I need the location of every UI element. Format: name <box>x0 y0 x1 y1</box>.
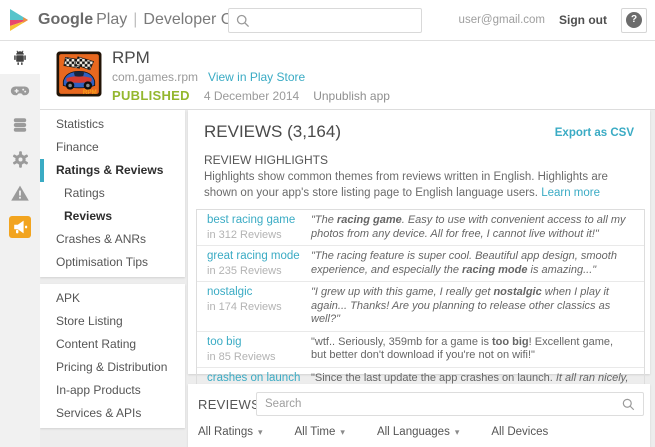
rail-item-megaphone[interactable] <box>0 210 40 244</box>
highlight-quote: "The racing feature is super cool. Beaut… <box>303 250 644 277</box>
export-as-csv-link[interactable]: Export as CSV <box>555 127 634 139</box>
sidebar-item-ratings[interactable]: Ratings <box>40 182 185 205</box>
sidebar-primary-block: StatisticsFinanceRatings & ReviewsRating… <box>40 110 185 277</box>
sidebar-item-store-listing[interactable]: Store Listing <box>40 310 185 333</box>
brand-separator: | <box>133 11 137 28</box>
sidebar-item-in-app-products[interactable]: In-app Products <box>40 379 185 402</box>
sidebar-item-crashes-anrs[interactable]: Crashes & ANRs <box>40 228 185 251</box>
unpublish-app-link[interactable]: Unpublish app <box>313 89 390 103</box>
sidebar-item-pricing-distribution[interactable]: Pricing & Distribution <box>40 356 185 379</box>
account-area: user@gmail.com Sign out ? <box>459 0 647 40</box>
warning-icon <box>10 184 30 202</box>
filter-label: All Devices <box>491 426 548 438</box>
filter-all-languages[interactable]: All Languages ▾ <box>377 426 459 438</box>
sign-out-button[interactable]: Sign out <box>559 13 607 27</box>
rail-item-gamepad[interactable] <box>0 74 40 108</box>
filter-all-time[interactable]: All Time ▾ <box>295 426 345 438</box>
brand-google: Google <box>38 11 93 28</box>
android-icon <box>10 48 30 67</box>
search-icon <box>621 397 636 412</box>
highlight-phrase-link[interactable]: great racing mode <box>207 250 303 263</box>
rail-item-coins[interactable] <box>0 108 40 142</box>
brand-play: Play <box>96 11 127 28</box>
app-icon: RPM <box>56 51 102 97</box>
reviews-search-box <box>256 392 644 416</box>
highlight-review-count: in 174 Reviews <box>207 301 303 313</box>
highlight-left: nostalgic in 174 Reviews <box>197 286 303 327</box>
megaphone-icon <box>9 216 31 238</box>
console-search-box <box>228 8 422 33</box>
highlight-row-best-racing-game: best racing game in 312 Reviews"The racin… <box>197 210 644 245</box>
google-play-logo-icon <box>8 8 30 32</box>
filter-bar: All Ratings ▾ All Time ▾ All Languages ▾ All D… <box>198 426 580 438</box>
sidebar-item-reviews[interactable]: Reviews <box>40 205 185 228</box>
highlight-row-nostalgic: nostalgic in 174 Reviews"I grew up with t… <box>197 281 644 331</box>
highlight-row-too-big: too big in 85 Reviews"wtf.. Seriously, 35… <box>197 331 644 367</box>
highlight-review-count: in 312 Reviews <box>207 229 303 241</box>
highlight-phrase-link[interactable]: crashes on launch <box>207 372 303 385</box>
reviews-panel: REVIEWS (3,164) Export as CSV REVIEW HIG… <box>188 110 650 374</box>
filter-label: All Ratings <box>198 426 253 438</box>
rail-item-android[interactable] <box>0 40 40 74</box>
sidebar-item-services-apis[interactable]: Services & APIs <box>40 402 185 425</box>
reviews-section-label: REVIEWS <box>198 397 260 412</box>
sidebar-item-statistics[interactable]: Statistics <box>40 113 185 136</box>
highlight-left: too big in 85 Reviews <box>197 336 303 363</box>
coins-icon <box>10 116 30 134</box>
help-icon: ? <box>626 12 642 28</box>
sidebar-item-optimisation-tips[interactable]: Optimisation Tips <box>40 251 185 274</box>
gamepad-icon <box>10 82 30 100</box>
filter-label: All Languages <box>377 426 450 438</box>
user-email: user@gmail.com <box>459 14 545 26</box>
top-bar: GooglePlay|Developer Console user@gmail.… <box>0 0 655 41</box>
highlight-left: great racing mode in 235 Reviews <box>197 250 303 277</box>
app-rail <box>0 40 40 447</box>
app-package-row: com.games.rpm View in Play Store <box>112 70 305 84</box>
sidebar: StatisticsFinanceRatings & ReviewsRating… <box>40 110 185 428</box>
search-icon <box>235 13 251 29</box>
help-button[interactable]: ? <box>621 8 647 33</box>
app-package: com.games.rpm <box>112 70 198 84</box>
console-search-input[interactable] <box>251 11 421 30</box>
filter-all-ratings[interactable]: All Ratings ▾ <box>198 426 263 438</box>
svg-text:RPM: RPM <box>83 89 97 96</box>
app-header: RPM RPM com.games.rpmView in Play Store … <box>40 40 655 110</box>
reviews-panel-head: REVIEWS (3,164) Export as CSV REVIEW HIG… <box>188 110 650 201</box>
highlight-phrase-link[interactable]: best racing game <box>207 214 303 227</box>
sidebar-item-content-rating[interactable]: Content Rating <box>40 333 185 356</box>
highlight-phrase-link[interactable]: nostalgic <box>207 286 303 299</box>
reviews-search-input[interactable] <box>257 398 621 410</box>
app-status-row: PUBLISHED 4 December 2014 Unpublish app <box>112 88 390 103</box>
highlight-row-great-racing-mode: great racing mode in 235 Reviews"The raci… <box>197 245 644 281</box>
status-badge: PUBLISHED <box>112 88 190 103</box>
sidebar-secondary-block: APKStore ListingContent RatingPricing & … <box>40 284 185 428</box>
reviews-list-panel: REVIEWS All Ratings▾All Time▾All Languag… <box>188 384 650 447</box>
highlight-quote: "wtf.. Seriously, 359mb for a game is to… <box>303 336 644 363</box>
review-highlights-description: Highlights show common themes from revie… <box>204 170 634 201</box>
chevron-down-icon: ▾ <box>340 428 345 437</box>
gear-icon <box>11 150 30 169</box>
learn-more-link[interactable]: Learn more <box>541 187 600 199</box>
review-highlights-heading: REVIEW HIGHLIGHTS <box>204 153 634 167</box>
highlight-review-count: in 235 Reviews <box>207 265 303 277</box>
highlight-left: best racing game in 312 Reviews <box>197 214 303 241</box>
view-in-play-store-link[interactable]: View in Play Store <box>208 70 305 84</box>
sidebar-item-apk[interactable]: APK <box>40 287 185 310</box>
app-name: RPM <box>112 48 150 68</box>
chevron-down-icon: ▾ <box>258 428 263 437</box>
sidebar-item-ratings-reviews[interactable]: Ratings & Reviews <box>40 159 185 182</box>
highlight-quote: "The racing game. Easy to use with conve… <box>303 214 644 241</box>
publish-date: 4 December 2014 <box>204 89 299 103</box>
rail-item-warning[interactable] <box>0 176 40 210</box>
rail-item-gear[interactable] <box>0 142 40 176</box>
highlight-phrase-link[interactable]: too big <box>207 336 303 349</box>
chevron-down-icon: ▾ <box>455 428 460 437</box>
highlight-quote: "I grew up with this game, I really get … <box>303 286 644 327</box>
filter-label: All Time <box>295 426 336 438</box>
sidebar-item-finance[interactable]: Finance <box>40 136 185 159</box>
highlight-review-count: in 85 Reviews <box>207 351 303 363</box>
filter-all-devices[interactable]: All Devices <box>491 426 548 438</box>
